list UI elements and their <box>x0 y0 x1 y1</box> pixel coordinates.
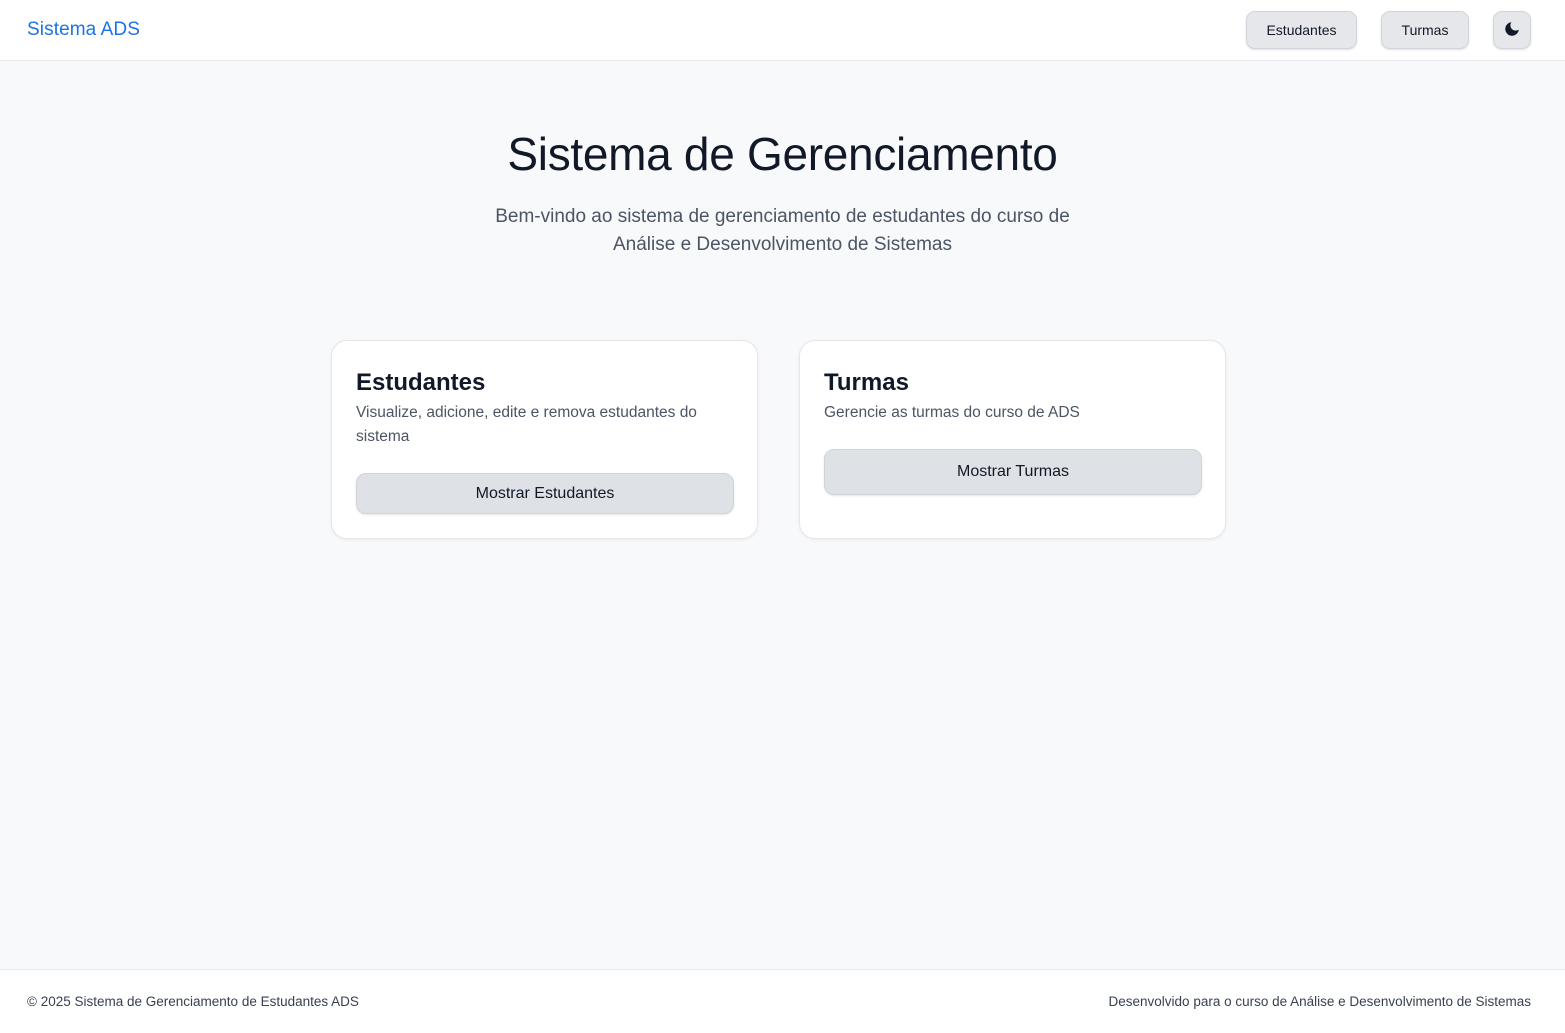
theme-toggle-button[interactable] <box>1493 11 1531 49</box>
students-card: Estudantes Visualize, adicione, edite e … <box>331 340 758 539</box>
show-classes-button[interactable]: Mostrar Turmas <box>824 449 1202 495</box>
moon-icon <box>1503 20 1521 41</box>
card-description: Visualize, adicione, edite e remova estu… <box>356 404 697 445</box>
nav-classes-button[interactable]: Turmas <box>1381 11 1469 49</box>
page-title: Sistema de Gerenciamento <box>507 128 1058 180</box>
nav-students-button[interactable]: Estudantes <box>1246 11 1357 49</box>
footer-copyright: © 2025 Sistema de Gerenciamento de Estud… <box>27 994 359 1009</box>
page-subtitle: Bem-vindo ao sistema de gerenciamento de… <box>495 206 1070 255</box>
classes-card: Turmas Gerencie as turmas do curso de AD… <box>799 340 1226 539</box>
page-footer: © 2025 Sistema de Gerenciamento de Estud… <box>0 969 1565 1033</box>
nav-actions: Estudantes Turmas <box>1246 11 1531 49</box>
app-root: Sistema ADS Estudantes Turmas Sistema de… <box>0 0 1565 1033</box>
card-title: Estudantes <box>356 369 486 396</box>
card-description: Gerencie as turmas do curso de ADS <box>824 404 1080 421</box>
footer-credit: Desenvolvido para o curso de Análise e D… <box>1108 994 1531 1009</box>
main-content: Sistema de Gerenciamento Bem-vindo ao si… <box>0 61 1565 969</box>
show-students-button[interactable]: Mostrar Estudantes <box>356 473 734 514</box>
cards-container: Estudantes Visualize, adicione, edite e … <box>331 340 1226 539</box>
card-title: Turmas <box>824 369 909 396</box>
brand-link[interactable]: Sistema ADS <box>27 19 140 41</box>
top-navbar: Sistema ADS Estudantes Turmas <box>0 0 1565 61</box>
